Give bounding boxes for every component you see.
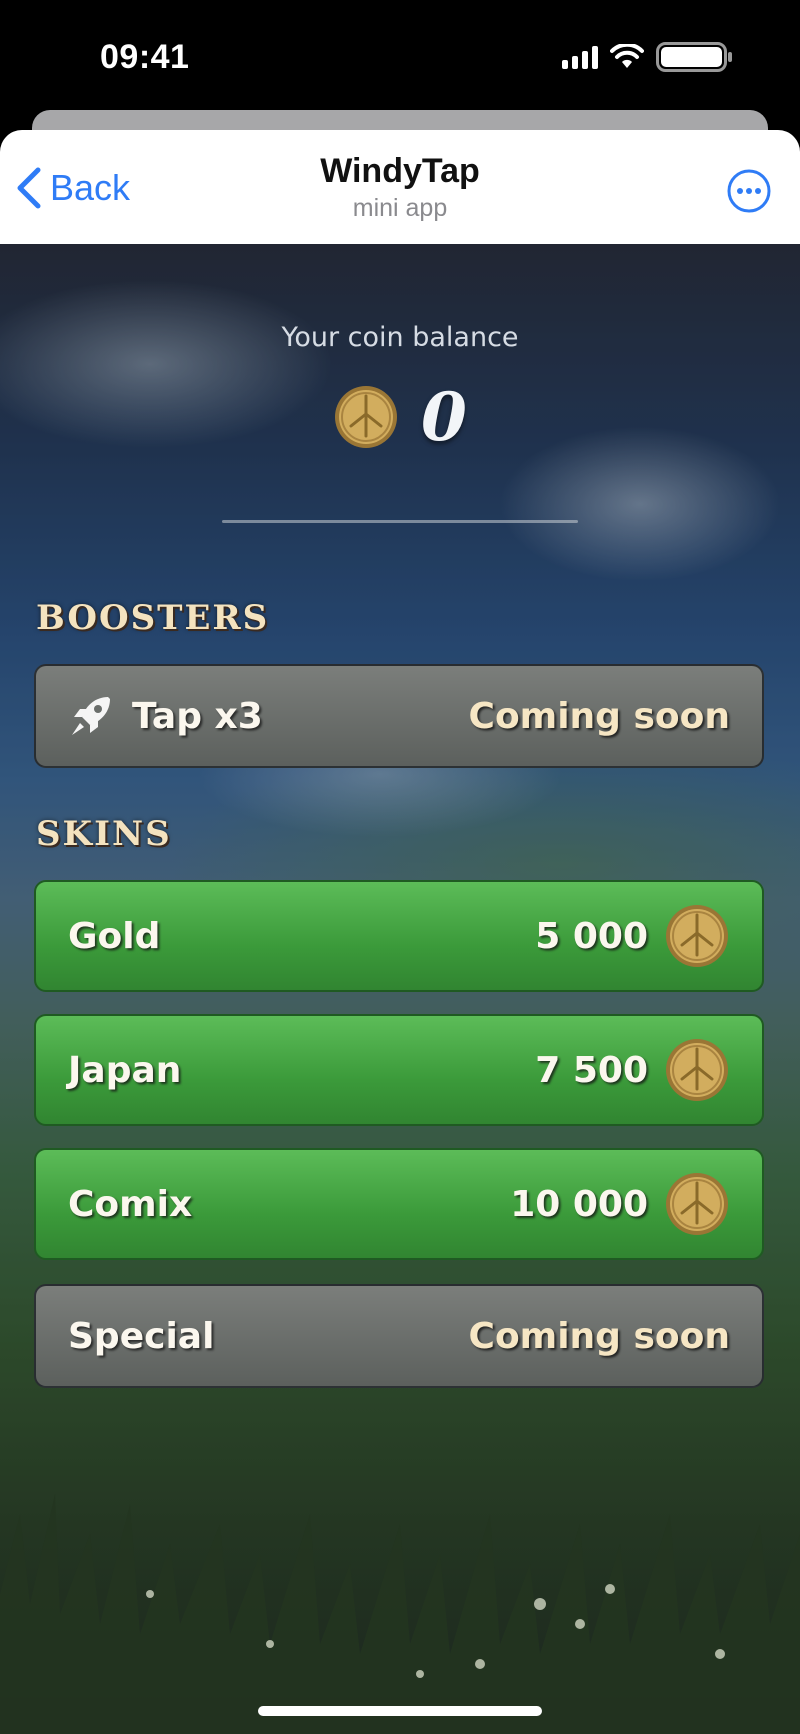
skin-label: Comix bbox=[68, 1183, 193, 1225]
booster-tap-x3[interactable]: Tap x3 Coming soon bbox=[34, 664, 764, 768]
more-options-button[interactable] bbox=[726, 168, 772, 214]
rocket-icon bbox=[72, 697, 110, 735]
balance-value: 0 bbox=[421, 378, 467, 456]
skin-japan[interactable]: Japan 7 500 bbox=[34, 1014, 764, 1126]
cellular-signal-icon bbox=[562, 45, 598, 69]
main-content: Your coin balance 0 BOOSTERS Tap x3 Comi… bbox=[0, 244, 800, 1734]
skin-price: 7 500 bbox=[535, 1049, 648, 1091]
booster-label: Tap x3 bbox=[132, 695, 263, 737]
wifi-icon bbox=[610, 44, 644, 68]
balance-divider bbox=[222, 520, 578, 523]
home-indicator bbox=[258, 1706, 542, 1716]
skin-price: 10 000 bbox=[510, 1183, 648, 1225]
skin-price: 5 000 bbox=[535, 915, 648, 957]
skin-label: Special bbox=[68, 1315, 215, 1357]
app-title: WindyTap bbox=[320, 152, 480, 190]
balance-label: Your coin balance bbox=[281, 322, 519, 353]
app-header: Back WindyTap mini app bbox=[0, 130, 800, 244]
boosters-section-title: BOOSTERS bbox=[36, 598, 270, 638]
skin-special[interactable]: Special Coming soon bbox=[34, 1284, 764, 1388]
skins-section-title: SKINS bbox=[36, 814, 172, 854]
skin-comix[interactable]: Comix 10 000 bbox=[34, 1148, 764, 1260]
coin-icon bbox=[666, 1173, 728, 1235]
coin-icon bbox=[666, 905, 728, 967]
skin-label: Gold bbox=[68, 915, 161, 957]
app-subtitle: mini app bbox=[352, 194, 448, 222]
skin-label: Japan bbox=[68, 1049, 182, 1091]
skin-gold[interactable]: Gold 5 000 bbox=[34, 880, 764, 992]
status-time: 09:41 bbox=[100, 38, 190, 76]
battery-icon bbox=[656, 42, 732, 72]
status-bar: 09:41 bbox=[0, 0, 800, 120]
skin-status: Coming soon bbox=[468, 1315, 730, 1357]
coin-icon bbox=[335, 386, 398, 448]
booster-status: Coming soon bbox=[468, 695, 730, 737]
coin-icon bbox=[666, 1039, 728, 1101]
balance-display: 0 bbox=[0, 378, 800, 456]
